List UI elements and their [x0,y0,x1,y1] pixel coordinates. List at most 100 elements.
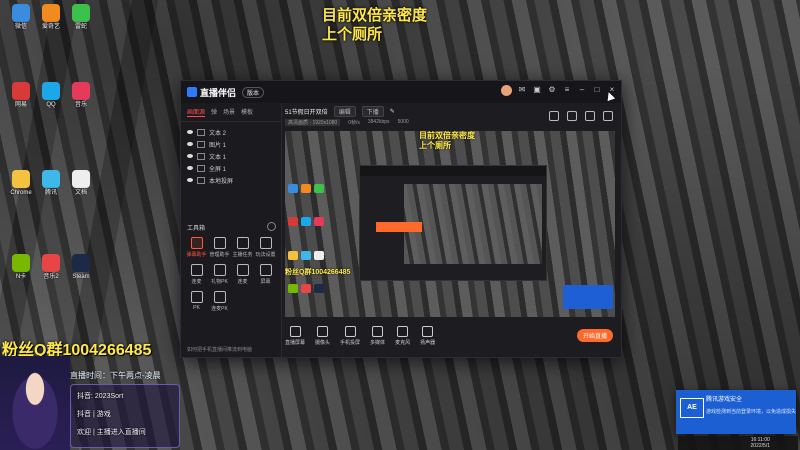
desktop-icon[interactable]: N卡 [6,254,36,281]
pencil-icon[interactable]: ✎ [390,108,395,115]
desktop-icon-label: 爱奇艺 [41,24,60,30]
stream-overlay-text: 目前双倍亲密度 上个厕所 [322,6,427,44]
desktop-icon[interactable]: Steam [66,254,96,281]
mini-desktop-icon [288,283,298,293]
desktop-icon[interactable]: 音乐2 [36,254,66,281]
tool-item[interactable]: 礼物PK [208,264,231,285]
source-item[interactable]: 本地投屏 [181,174,281,186]
mini-desktop-icon [288,250,298,260]
gift-icon[interactable]: ▣ [532,85,542,95]
camera-icon [317,326,329,337]
preview-overlay-line2: 上个厕所 [419,141,451,150]
tab-scenes[interactable]: 场景 [223,107,235,117]
eye-icon[interactable] [187,178,193,182]
media-icon [372,326,384,337]
tool-item[interactable]: 弹幕助手 [185,237,208,258]
menu-icon[interactable]: ≡ [562,85,572,95]
app-icon [72,82,90,100]
tool-item[interactable]: 连麦 [231,264,254,285]
maximize-icon[interactable]: □ [592,85,602,95]
edit-button[interactable]: 编辑 [333,105,356,117]
desktop-icon-label: 音乐 [74,102,87,108]
tab-2[interactable]: 弹 [211,107,217,117]
speaker-button[interactable]: 扬声器 [420,326,435,346]
source-label: 文本 2 [209,130,227,137]
quality-select[interactable]: 高清画质 · 1920x1080 [285,119,341,126]
help-icon[interactable] [267,222,276,231]
eye-icon[interactable] [187,130,193,134]
desktop-icon[interactable]: QQ [36,82,66,109]
channel-select[interactable]: 下播 [361,105,384,117]
stream-preview[interactable]: 目前双倍亲密度 上个厕所 粉丝Q群1004266485 [285,131,615,317]
notice-link[interactable]: 如何把手机直播间推流到电脑 [187,346,252,353]
source-item[interactable]: 全屏 1 [181,162,281,174]
tool-item[interactable]: 屏幕 [254,264,277,285]
version-badge[interactable]: 版本 [242,86,265,98]
desktop-icon[interactable]: 音乐 [66,82,96,109]
tool-item[interactable]: 主播任务 [231,237,254,258]
preview-notification [563,285,613,309]
desktop-icon-label: N卡 [15,274,27,280]
nested-preview [404,184,542,264]
pk-icon [190,291,203,303]
overlay-line2: 上个厕所 [322,26,383,43]
desktop-icon[interactable]: 爱奇艺 [36,4,66,31]
tool-label: 屏幕 [260,279,271,285]
tool-label: PK [193,305,200,311]
tab-templates[interactable]: 模板 [241,107,253,117]
bottom-label: 麦克风 [395,340,411,346]
phone-cast-button[interactable]: 手机投屏 [340,326,360,346]
eye-icon[interactable] [187,154,193,158]
source-label: 图片 1 [209,142,227,149]
share-icon[interactable] [603,111,613,121]
media-button[interactable]: 多媒体 [370,326,385,346]
source-label: 文本 1 [209,154,227,161]
speaker-icon [422,326,434,337]
settings-icon[interactable]: ⚙ [547,85,557,95]
tools-title: 工具箱 [187,226,206,232]
app-icon [12,254,30,272]
stat-viewers: 5000 [397,119,409,125]
tool-item[interactable]: 连麦 [185,264,208,285]
tool-item[interactable]: 管理助手 [208,237,231,258]
record-icon[interactable] [549,111,559,121]
tool-label: 管理助手 [209,252,230,258]
desktop-icon[interactable]: 文档 [66,170,96,197]
desktop-icon[interactable]: 微信 [6,4,36,31]
taskbar-clock[interactable]: 16:11:00 2022/5/1 [751,437,770,449]
desktop-icon[interactable]: 雷蛇 [66,4,96,31]
tab-sources[interactable]: 画面源 [187,107,206,117]
desktop-icon[interactable]: 腾讯 [36,170,66,197]
stream-stats: 高清画质 · 1920x1080 0帧/s 3842kbps 5000 [285,119,409,126]
mini-desktop-icon [314,283,324,293]
source-item[interactable]: 文本 1 [181,150,281,162]
source-item[interactable]: 图片 1 [181,138,281,150]
app-logo-icon [187,87,197,97]
message-icon[interactable]: ✉ [517,85,527,95]
nested-titlebar [360,166,546,176]
app-icon [42,170,60,188]
camera-button[interactable]: 摄像头 [315,326,330,346]
mic-button[interactable]: 麦克风 [395,326,410,346]
link-pk-icon [213,291,226,303]
grid-icon[interactable] [585,111,595,121]
start-live-button[interactable]: 开始直播 [576,329,613,342]
nested-app-window [359,165,547,281]
security-notification[interactable]: AE 腾讯游戏安全 游戏检测到当前登录环境，以免造成损失 [676,390,796,434]
desktop-icon[interactable]: Chrome [6,170,36,197]
minimize-icon[interactable]: – [577,85,587,95]
eye-icon[interactable] [187,142,193,146]
screenshot-icon[interactable] [567,111,577,121]
tool-item[interactable]: PK [185,291,208,312]
user-avatar[interactable] [501,85,512,96]
source-item[interactable]: 文本 2 [181,126,281,138]
tool-item[interactable]: 玩法设置 [254,237,277,258]
mini-desktop-icon [301,283,311,293]
link-icon [190,264,203,276]
eye-icon[interactable] [187,166,193,170]
live-screen-button[interactable]: 直播屏幕 [285,326,305,346]
desktop-icon[interactable]: 网易 [6,82,36,109]
image-icon [197,140,205,148]
text-icon [197,152,205,160]
tool-item[interactable]: 连麦PK [208,291,231,312]
